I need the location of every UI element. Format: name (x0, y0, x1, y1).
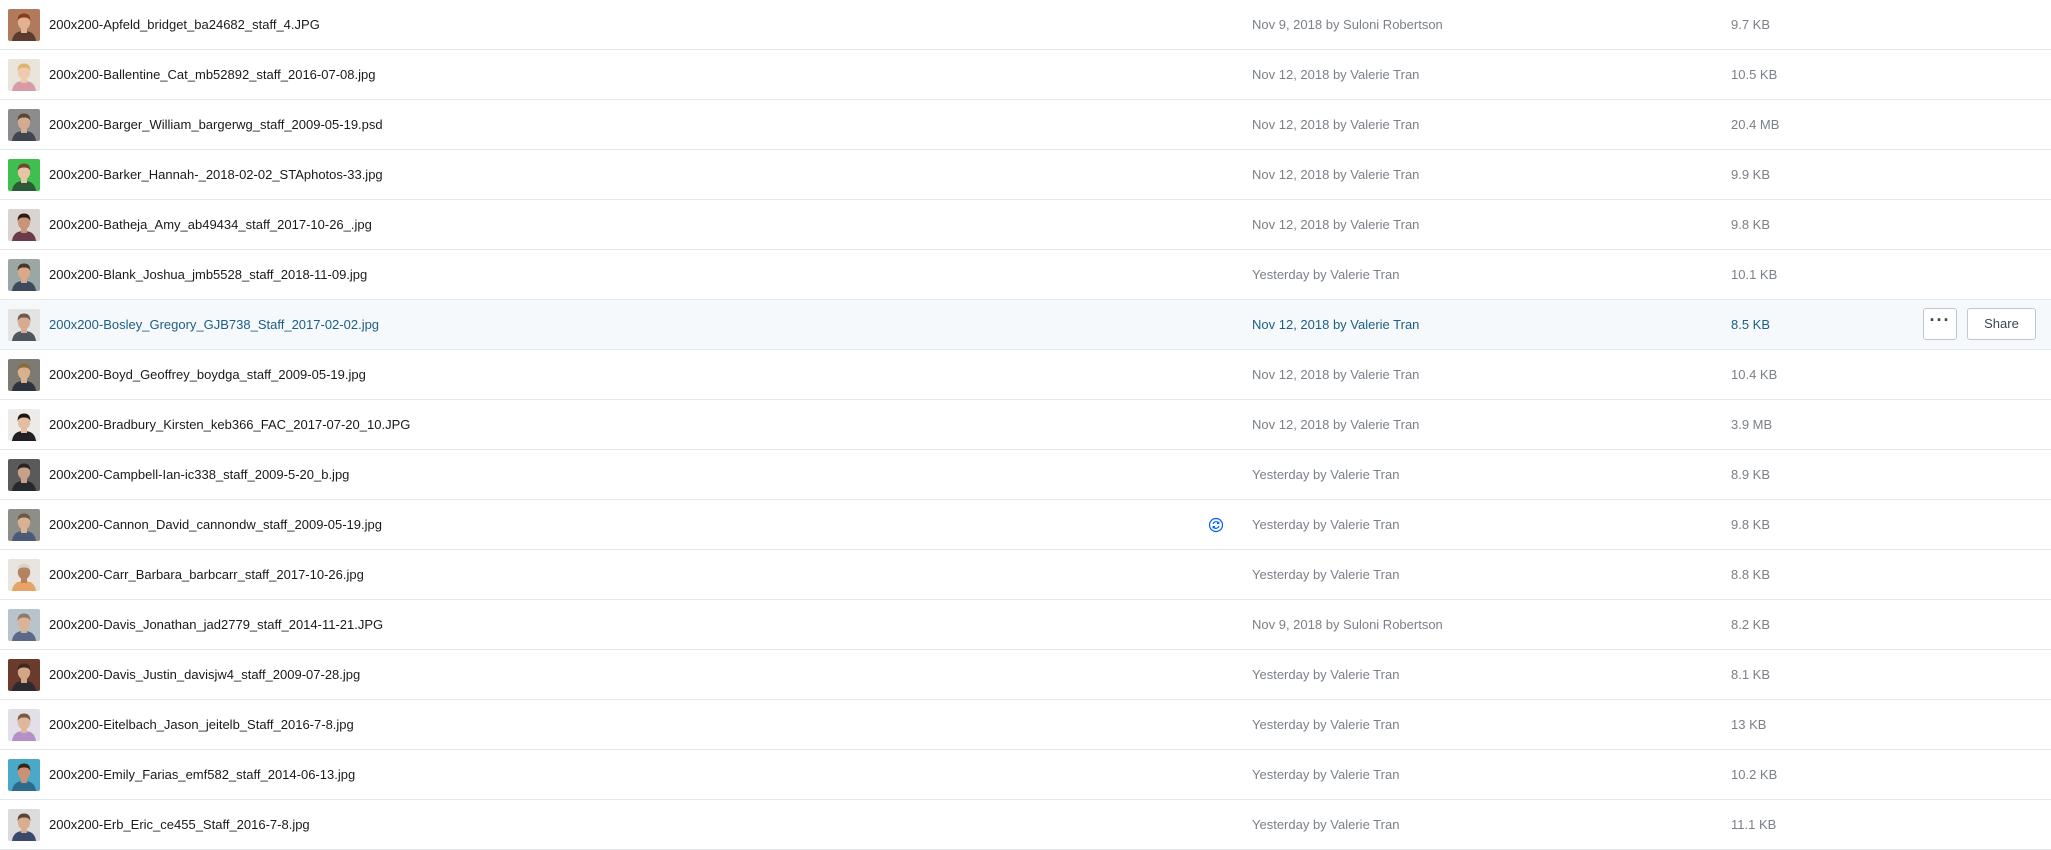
file-size: 8.1 KB (1731, 667, 1771, 682)
file-thumbnail[interactable] (8, 59, 40, 91)
file-size: 8.2 KB (1731, 617, 1771, 632)
file-name[interactable]: 200x200-Barger_William_bargerwg_staff_20… (49, 100, 383, 149)
file-modified: Nov 12, 2018 by Valerie Tran (1252, 217, 1420, 232)
file-modified: Nov 12, 2018 by Valerie Tran (1252, 167, 1420, 182)
file-thumbnail[interactable] (8, 759, 40, 791)
file-list: 200x200-Apfeld_bridget_ba24682_staff_4.J… (0, 0, 2051, 850)
file-row[interactable]: 200x200-Campbell-Ian-ic338_staff_2009-5-… (0, 450, 2051, 500)
file-thumbnail[interactable] (8, 159, 40, 191)
file-name[interactable]: 200x200-Erb_Eric_ce455_Staff_2016-7-8.jp… (49, 800, 310, 849)
file-modified: Yesterday by Valerie Tran (1252, 667, 1400, 682)
file-thumbnail[interactable] (8, 259, 40, 291)
file-row[interactable]: 200x200-Davis_Jonathan_jad2779_staff_201… (0, 600, 2051, 650)
file-size: 10.2 KB (1731, 767, 1778, 782)
file-row[interactable]: 200x200-Blank_Joshua_jmb5528_staff_2018-… (0, 250, 2051, 300)
file-size: 8.9 KB (1731, 467, 1771, 482)
file-size: 9.8 KB (1731, 217, 1771, 232)
file-name[interactable]: 200x200-Davis_Justin_davisjw4_staff_2009… (49, 650, 360, 699)
file-thumbnail[interactable] (8, 459, 40, 491)
file-row[interactable]: 200x200-Bosley_Gregory_GJB738_Staff_2017… (0, 300, 2051, 350)
file-name[interactable]: 200x200-Barker_Hannah-_2018-02-02_STApho… (49, 150, 383, 199)
file-name[interactable]: 200x200-Blank_Joshua_jmb5528_staff_2018-… (49, 250, 367, 299)
file-row[interactable]: 200x200-Cannon_David_cannondw_staff_2009… (0, 500, 2051, 550)
file-size: 9.8 KB (1731, 517, 1771, 532)
file-modified: Nov 12, 2018 by Valerie Tran (1252, 67, 1420, 82)
sync-status-icon (1208, 517, 1224, 533)
file-size: 10.5 KB (1731, 67, 1778, 82)
file-modified: Nov 12, 2018 by Valerie Tran (1252, 117, 1420, 132)
file-row[interactable]: 200x200-Eitelbach_Jason_jeitelb_Staff_20… (0, 700, 2051, 750)
file-name[interactable]: 200x200-Campbell-Ian-ic338_staff_2009-5-… (49, 450, 349, 499)
file-name[interactable]: 200x200-Boyd_Geoffrey_boydga_staff_2009-… (49, 350, 366, 399)
file-row[interactable]: 200x200-Barger_William_bargerwg_staff_20… (0, 100, 2051, 150)
file-name[interactable]: 200x200-Carr_Barbara_barbcarr_staff_2017… (49, 550, 364, 599)
file-modified: Yesterday by Valerie Tran (1252, 267, 1400, 282)
file-modified: Nov 12, 2018 by Valerie Tran (1252, 317, 1420, 332)
file-name[interactable]: 200x200-Batheja_Amy_ab49434_staff_2017-1… (49, 200, 372, 249)
file-modified: Yesterday by Valerie Tran (1252, 817, 1400, 832)
file-name[interactable]: 200x200-Bosley_Gregory_GJB738_Staff_2017… (49, 300, 379, 349)
file-size: 9.9 KB (1731, 167, 1771, 182)
file-size: 10.1 KB (1731, 267, 1778, 282)
file-row[interactable]: 200x200-Barker_Hannah-_2018-02-02_STApho… (0, 150, 2051, 200)
file-modified: Nov 12, 2018 by Valerie Tran (1252, 367, 1420, 382)
file-thumbnail[interactable] (8, 709, 40, 741)
file-thumbnail[interactable] (8, 809, 40, 841)
file-thumbnail[interactable] (8, 509, 40, 541)
file-row[interactable]: 200x200-Apfeld_bridget_ba24682_staff_4.J… (0, 0, 2051, 50)
file-thumbnail[interactable] (8, 109, 40, 141)
file-size: 8.5 KB (1731, 317, 1771, 332)
file-row[interactable]: 200x200-Batheja_Amy_ab49434_staff_2017-1… (0, 200, 2051, 250)
file-modified: Yesterday by Valerie Tran (1252, 717, 1400, 732)
file-size: 11.1 KB (1731, 817, 1777, 832)
file-thumbnail[interactable] (8, 409, 40, 441)
file-thumbnail[interactable] (8, 609, 40, 641)
file-name[interactable]: 200x200-Emily_Farias_emf582_staff_2014-0… (49, 750, 355, 799)
file-name[interactable]: 200x200-Bradbury_Kirsten_keb366_FAC_2017… (49, 400, 410, 449)
file-size: 9.7 KB (1731, 17, 1771, 32)
file-row[interactable]: 200x200-Ballentine_Cat_mb52892_staff_201… (0, 50, 2051, 100)
file-name[interactable]: 200x200-Apfeld_bridget_ba24682_staff_4.J… (49, 0, 320, 49)
file-modified: Nov 12, 2018 by Valerie Tran (1252, 417, 1420, 432)
file-row[interactable]: 200x200-Bradbury_Kirsten_keb366_FAC_2017… (0, 400, 2051, 450)
file-thumbnail[interactable] (8, 359, 40, 391)
file-modified: Yesterday by Valerie Tran (1252, 567, 1400, 582)
file-name[interactable]: 200x200-Davis_Jonathan_jad2779_staff_201… (49, 600, 383, 649)
file-modified: Yesterday by Valerie Tran (1252, 767, 1400, 782)
file-size: 10.4 KB (1731, 367, 1778, 382)
file-size: 13 KB (1731, 717, 1767, 732)
file-modified: Yesterday by Valerie Tran (1252, 467, 1400, 482)
file-row[interactable]: 200x200-Davis_Justin_davisjw4_staff_2009… (0, 650, 2051, 700)
file-modified: Nov 9, 2018 by Suloni Robertson (1252, 617, 1443, 632)
file-name[interactable]: 200x200-Cannon_David_cannondw_staff_2009… (49, 500, 382, 549)
file-modified: Nov 9, 2018 by Suloni Robertson (1252, 17, 1443, 32)
file-row[interactable]: 200x200-Carr_Barbara_barbcarr_staff_2017… (0, 550, 2051, 600)
file-name[interactable]: 200x200-Ballentine_Cat_mb52892_staff_201… (49, 50, 375, 99)
file-thumbnail[interactable] (8, 559, 40, 591)
file-size: 20.4 MB (1731, 117, 1780, 132)
file-thumbnail[interactable] (8, 9, 40, 41)
file-thumbnail[interactable] (8, 209, 40, 241)
file-row[interactable]: 200x200-Erb_Eric_ce455_Staff_2016-7-8.jp… (0, 800, 2051, 850)
file-modified: Yesterday by Valerie Tran (1252, 517, 1400, 532)
file-size: 8.8 KB (1731, 567, 1771, 582)
file-thumbnail[interactable] (8, 309, 40, 341)
file-row[interactable]: 200x200-Emily_Farias_emf582_staff_2014-0… (0, 750, 2051, 800)
file-size: 3.9 MB (1731, 417, 1773, 432)
file-thumbnail[interactable] (8, 659, 40, 691)
file-name[interactable]: 200x200-Eitelbach_Jason_jeitelb_Staff_20… (49, 700, 354, 749)
more-actions-button[interactable]: ··· (1923, 308, 1957, 340)
share-button[interactable]: Share (1967, 308, 2036, 340)
file-row[interactable]: 200x200-Boyd_Geoffrey_boydga_staff_2009-… (0, 350, 2051, 400)
